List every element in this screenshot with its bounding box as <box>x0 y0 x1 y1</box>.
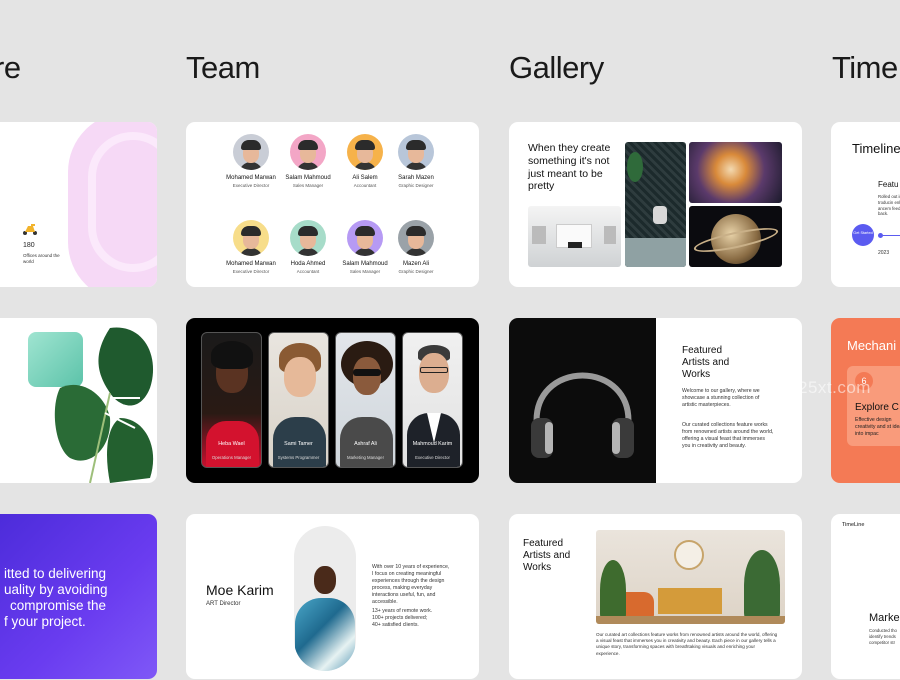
person-head <box>353 357 381 395</box>
member-role: Graphic Designer <box>398 269 434 274</box>
profile-card[interactable]: Moe Karim ART Director With over 10 year… <box>186 514 479 679</box>
portrait-card[interactable]: Heba Wael Operations Manager <box>201 332 262 468</box>
team-avatars-card[interactable]: Mohamed Marwan Executive Director Salam Ma… <box>186 122 479 287</box>
portrait-card[interactable]: Ashraf Ali Marketing Manager <box>335 332 396 468</box>
interior-body: Our curated art collections feature work… <box>596 632 778 656</box>
profile-photo-frame <box>294 526 356 671</box>
mechanics-title: Mechani <box>847 338 897 353</box>
column-title-gallery: Gallery <box>509 50 604 85</box>
member-name: Sarah Mazen <box>398 175 434 181</box>
column-title-feature: re <box>0 50 21 85</box>
mechanics-desc: Effective design creativity and st ideas… <box>855 417 900 438</box>
person-hair <box>211 341 253 369</box>
featured-heading: Featured Artists and Works <box>682 345 730 380</box>
member-avatar[interactable] <box>290 220 326 256</box>
stat-value: 180 <box>23 242 35 249</box>
gallery-headphones-card[interactable]: Featured Artists and Works Welcome to ou… <box>509 318 802 483</box>
plant-image-card[interactable] <box>0 318 157 483</box>
watermark-text: 25xt.com <box>798 378 871 397</box>
market-card[interactable]: TimeLine Marke Conducted tho identify tr… <box>831 514 900 679</box>
market-desc: Conducted tho identify trends competitor… <box>869 628 897 645</box>
sunglasses <box>353 369 381 376</box>
portrait-role: Systems Programmer <box>277 455 320 461</box>
profile-name: Moe Karim <box>206 582 274 598</box>
portrait-name: Heba Wael <box>218 441 245 447</box>
gallery-planet-image <box>689 206 782 267</box>
member-avatar[interactable] <box>233 220 269 256</box>
gallery-collage-card[interactable]: When they create something it's not just… <box>509 122 802 287</box>
person-head <box>284 357 316 397</box>
portrait-card[interactable]: Sami Tamer Systems Programmer <box>268 332 329 468</box>
get-started-button[interactable]: Get Started <box>852 224 874 246</box>
person-head <box>419 353 449 393</box>
timeline-desc: Rolled out introducin enhancem feedback. <box>878 194 900 217</box>
mission-line-3: compromise the <box>10 598 107 613</box>
interior-room-image <box>596 530 785 624</box>
headphones-image <box>509 318 656 483</box>
mechanics-subtitle: Explore C <box>855 402 899 413</box>
mission-card[interactable]: itted to delivering uality by avoiding c… <box>0 514 157 679</box>
mission-line-2: uality by avoiding <box>4 582 108 597</box>
gallery-smoke-image <box>689 142 782 203</box>
portrait-role: Operations Manager <box>211 455 252 461</box>
portrait-role: Executive Director <box>415 455 450 461</box>
profile-bio: With over 10 years of experience, I focu… <box>372 564 450 606</box>
glasses <box>420 367 448 373</box>
profile-stat: 100+ projects delivered; <box>372 615 428 621</box>
timeline-year: 2023 <box>878 250 890 256</box>
portrait-role: Marketing Manager <box>346 455 385 461</box>
portrait-name: Ashraf Ali <box>354 441 377 447</box>
member-avatar[interactable] <box>347 220 383 256</box>
portrait-name: Mahmoud Karim <box>412 441 453 447</box>
timeline-card[interactable]: Timeline Featu Rolled out introducin enh… <box>831 122 900 287</box>
portrait-card[interactable]: Mahmoud Karim Executive Director <box>402 332 463 468</box>
profile-stat: 40+ satisfied clients. <box>372 622 419 628</box>
person-head <box>314 566 336 594</box>
monstera-leaf-image <box>54 327 154 483</box>
gallery-hall-image <box>528 206 621 267</box>
market-label: TimeLine <box>842 522 865 528</box>
featured-paragraph: Our curated collections feature works fr… <box>682 422 774 450</box>
column-title-team: Team <box>186 50 260 85</box>
column-title-timeline: Time <box>832 50 898 85</box>
profile-title: ART Director <box>206 601 241 607</box>
portrait-name: Sami Tamer <box>284 441 313 447</box>
gallery-interior-card[interactable]: Featured Artists and Works Our curated a… <box>509 514 802 679</box>
market-title: Marke <box>869 612 900 624</box>
mechanics-card[interactable]: Mechani 6 Explore C Effective design cre… <box>831 318 900 483</box>
member-avatar[interactable] <box>290 134 326 170</box>
member-role: Graphic Designer <box>398 183 434 188</box>
member-avatar[interactable] <box>398 134 434 170</box>
mission-line-1: itted to delivering <box>4 566 107 581</box>
feature-stats-card[interactable]: 180 Offices around the world <box>0 122 157 287</box>
mission-line-4: f your project. <box>4 614 86 629</box>
team-portraits-card[interactable]: Heba Wael Operations Manager Sami Tamer … <box>186 318 479 483</box>
member-avatar[interactable] <box>347 134 383 170</box>
featured-paragraph: Welcome to our gallery, where we showcas… <box>682 388 760 409</box>
profile-stat: 13+ years of remote work. <box>372 608 433 614</box>
stat-label: Offices around the world <box>23 253 60 265</box>
timeline-track <box>883 235 900 236</box>
gallery-heading: When they create something it's not just… <box>528 142 611 193</box>
timeline-feature: Featu <box>878 180 899 189</box>
member-avatar[interactable] <box>398 220 434 256</box>
member-name: Mazen Ali <box>402 261 429 267</box>
scooter-icon <box>22 222 38 235</box>
interior-heading: Featured Artists and Works <box>523 538 571 573</box>
member-avatar[interactable] <box>233 134 269 170</box>
pink-decor-inner <box>88 132 157 272</box>
person-shirt <box>295 598 355 671</box>
gallery-wall-image <box>625 142 686 267</box>
timeline-title: Timeline <box>852 141 900 156</box>
